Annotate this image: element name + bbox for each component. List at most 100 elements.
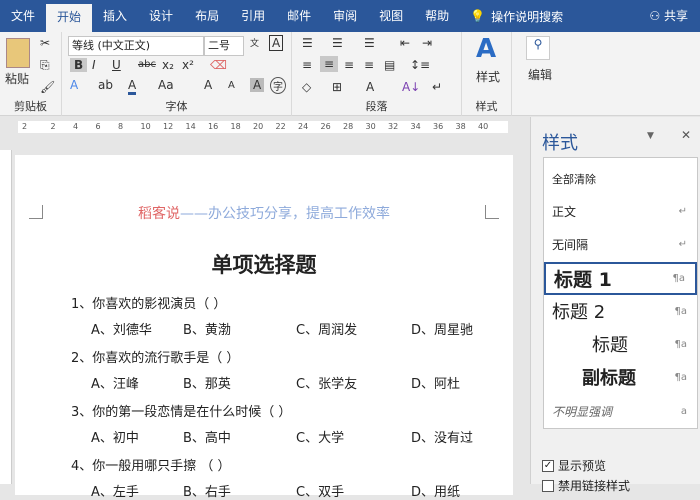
show-preview-label: 显示预览 [558,459,607,473]
style-item[interactable]: 副标题 ¶a [544,362,697,392]
ruler-tick: 6 [95,122,101,131]
phonetic-guide-icon[interactable]: 文 [250,36,259,49]
style-item[interactable]: 正文 ↵ [544,196,697,226]
tab-file[interactable]: 文件 [0,0,46,32]
style-type-icon: ↵ [678,238,687,250]
numbering-icon[interactable]: ☰ [332,36,343,50]
align-right-icon[interactable]: ≡ [344,58,354,72]
italic-button[interactable]: I [92,58,96,72]
question-text: 4、你一般用哪只手擦 （ ） [71,459,231,474]
document-page[interactable]: 稻客说——办公技巧分享，提高工作效率 单项选择题 1、你喜欢的影视演员（ ） A、… [15,155,513,500]
style-type-icon: ¶a [674,338,688,350]
sort-icon[interactable]: A↓ [402,80,420,94]
disable-linked-label: 禁用链接样式 [558,479,631,493]
horizontal-ruler[interactable]: 2 2 4 6 8 10 12 14 16 18 20 22 24 26 28 30 32 34 36 38 40 [0,117,530,135]
style-type-icon: ↵ [678,205,687,217]
close-icon[interactable]: ✕ [681,128,691,142]
tab-layout[interactable]: 布局 [184,0,230,32]
enclose-char-icon[interactable]: 字 [270,77,286,94]
text-effects-icon[interactable]: A [70,78,78,92]
clipboard-label: 剪贴板 [14,100,47,113]
ruler-tick: 24 [298,122,309,131]
ruler-tick: 10 [140,122,151,131]
font-size-select[interactable]: 二号 [204,36,244,56]
strikethrough-button[interactable]: abc [138,59,156,70]
header-brand: 稻客说 [138,206,180,222]
multilevel-list-icon[interactable]: ☰ [364,36,375,50]
distributed-icon[interactable]: ▤ [384,58,395,72]
font-color-icon[interactable]: A [128,78,137,95]
tab-view[interactable]: 视图 [368,0,414,32]
tab-review[interactable]: 审阅 [322,0,368,32]
font-group: 等线 (中文正文) 二号 文 A B I U abc x₂ x² ⌫ A ab … [62,32,292,116]
grow-font-button[interactable]: A [204,78,212,92]
paste-button[interactable]: 粘贴 [5,70,29,87]
style-item[interactable]: 无间隔 ↵ [544,229,697,259]
style-item[interactable]: 标题 2 ¶a [544,296,697,326]
paragraph-group: ☰ ☰ ☰ ⇤ ⇥ ≡ ≡ ≡ ≡ ▤ ↕≡ ◇ ⊞ A A↓ ↵ 段落 [292,32,462,116]
asian-layout-icon[interactable]: A [366,80,374,94]
bold-button[interactable]: B [70,58,88,72]
font-label: 字体 [165,100,188,113]
style-name: 无间隔 [552,237,589,252]
tab-insert[interactable]: 插入 [92,0,138,32]
style-item[interactable]: 标题 1 ¶a [544,262,697,295]
tab-design[interactable]: 设计 [138,0,184,32]
style-item[interactable]: 不明显强调 a [544,396,697,426]
underline-button[interactable]: U [112,58,121,72]
align-left-icon[interactable]: ≡ [302,58,312,72]
styles-icon[interactable]: A [476,34,496,64]
style-name: 正文 [552,204,577,219]
style-item[interactable]: 标题 ¶a [544,329,697,359]
align-center-icon[interactable]: ≡ [320,56,339,72]
vertical-ruler[interactable] [0,150,12,484]
ruler-tick: 18 [230,122,241,131]
bullets-icon[interactable]: ☰ [302,36,313,50]
disable-linked-checkbox[interactable]: 禁用链接样式 [542,477,630,494]
shrink-font-button[interactable]: A [228,80,235,91]
paragraph-label: 段落 [365,100,388,113]
font-name-select[interactable]: 等线 (中文正文) [68,36,204,56]
styles-button[interactable]: 样式 [476,68,500,85]
show-preview-checkbox[interactable]: ✓ 显示预览 [542,457,606,474]
clear-format-icon[interactable]: ⌫ [210,58,227,72]
pane-options-icon[interactable]: ▼ [647,131,654,141]
checkbox-icon: ✓ [542,459,554,472]
copy-icon[interactable]: ⎘ [40,58,50,73]
style-type-icon: ¶a [674,371,688,383]
editing-button[interactable]: 编辑 [528,66,552,83]
tab-references[interactable]: 引用 [230,0,276,32]
tell-me-search[interactable]: 💡 操作说明搜索 [470,8,563,25]
styles-pane-title: 样式 [542,133,578,154]
share-label: 共享 [663,9,688,23]
change-case-button[interactable]: Aa [158,78,174,92]
highlight-icon[interactable]: ab [98,78,113,92]
increase-indent-icon[interactable]: ⇥ [422,36,432,50]
char-shading-icon[interactable]: A [250,78,265,92]
paste-icon[interactable] [6,38,30,68]
share-button[interactable]: ⚇ 共享 [649,0,688,32]
subscript-button[interactable]: x₂ [162,58,174,72]
line-spacing-icon[interactable]: ↕≡ [410,58,430,72]
answer-option: C、张学友 [296,377,358,392]
tab-mailings[interactable]: 邮件 [276,0,322,32]
char-border-icon[interactable]: A [269,35,284,51]
answer-option: A、初中 [91,431,139,446]
cut-icon[interactable]: ✂ [40,36,50,50]
find-icon[interactable]: ⚲ [526,36,550,60]
justify-icon[interactable]: ≡ [364,58,374,72]
styles-label: 样式 [475,100,498,113]
tab-home[interactable]: 开始 [46,4,93,32]
show-marks-icon[interactable]: ↵ [432,80,442,94]
style-type-icon: a [680,405,687,417]
format-painter-icon[interactable]: 🖌 [40,80,55,94]
answer-option: B、那英 [183,377,231,392]
tab-help[interactable]: 帮助 [414,0,460,32]
style-item[interactable]: 全部清除 [544,164,697,194]
style-name: 标题 [592,335,628,356]
shading-icon[interactable]: ◇ [302,80,311,94]
superscript-button[interactable]: x² [182,58,194,72]
decrease-indent-icon[interactable]: ⇤ [400,36,410,50]
lightbulb-icon: 💡 [470,9,486,23]
borders-icon[interactable]: ⊞ [332,80,342,94]
